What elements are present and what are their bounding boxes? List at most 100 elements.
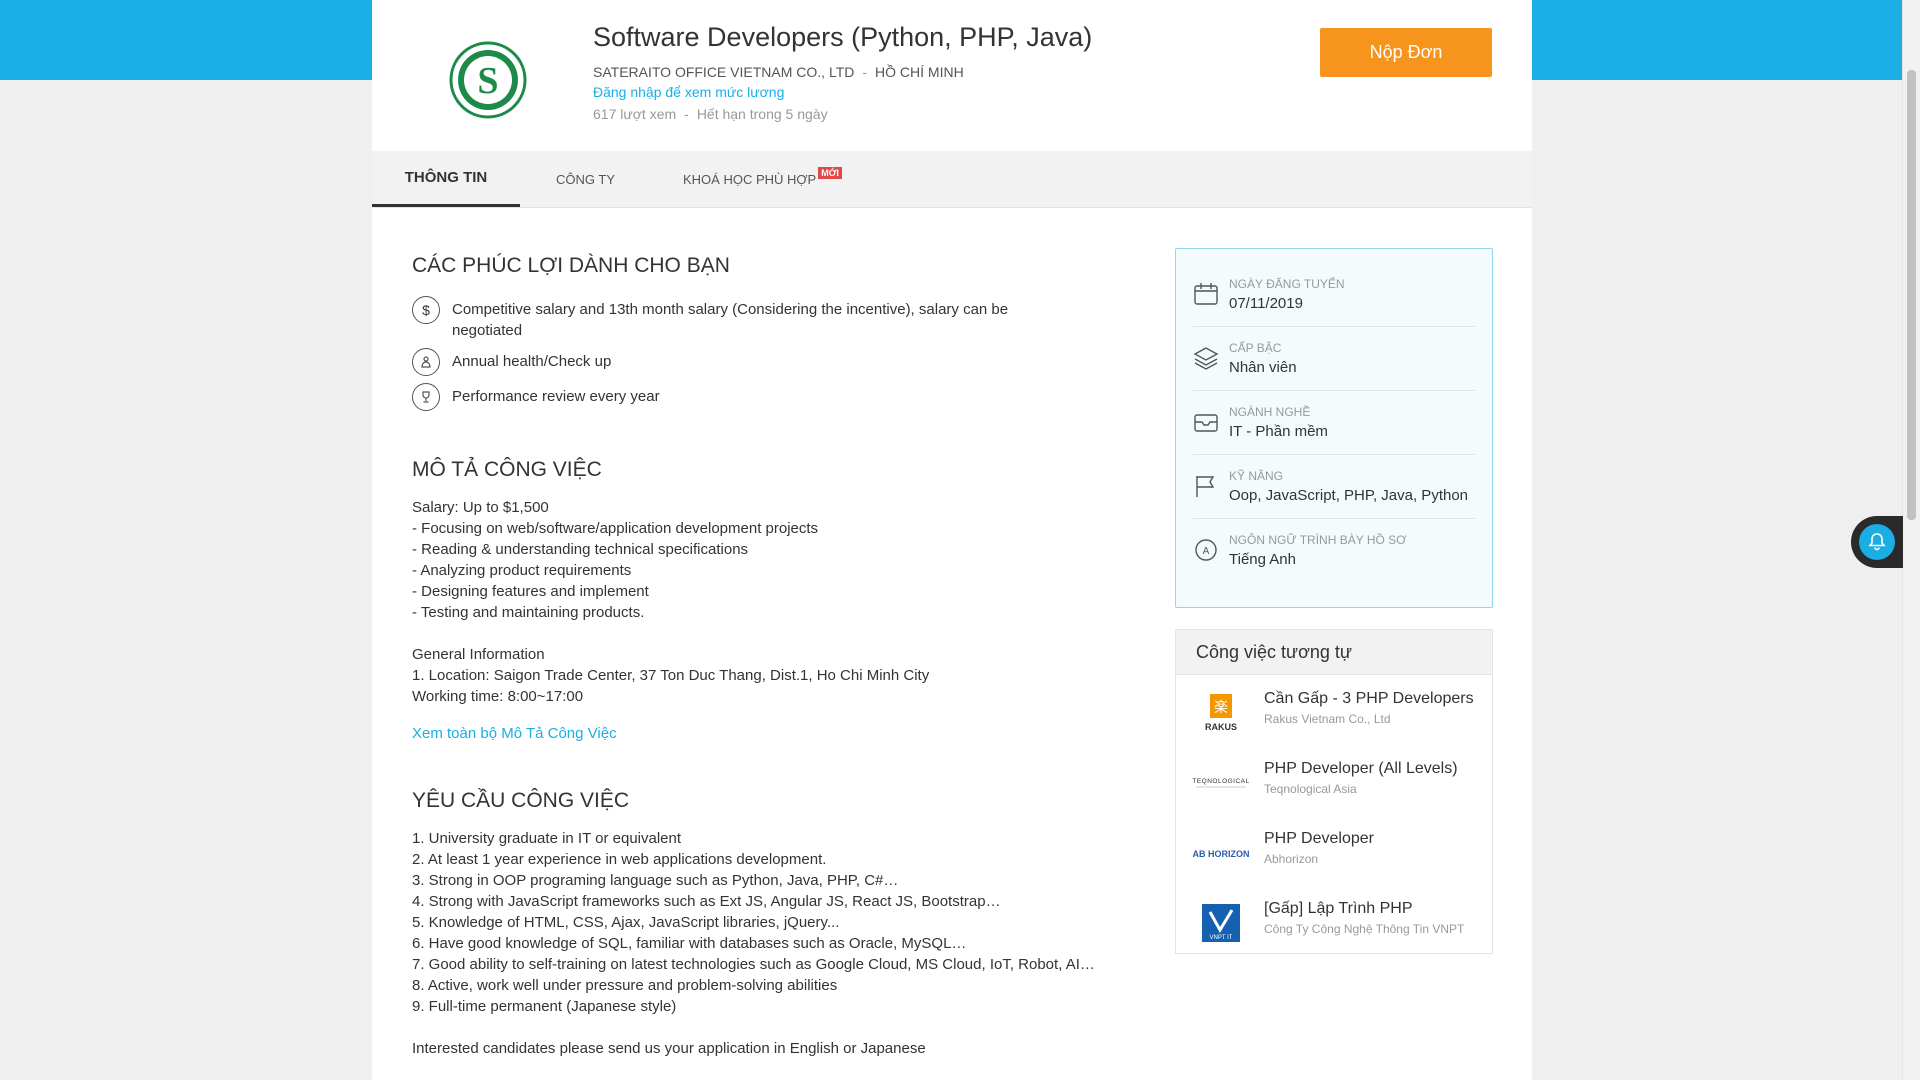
job-info-card: NGÀY ĐĂNG TUYỂN 07/11/2019 CẤP BẬC Nhân … <box>1175 248 1493 608</box>
similar-job-item[interactable]: AB HORIZON PHP Developer Abhorizon <box>1190 824 1480 884</box>
similar-job-company: Rakus Vietnam Co., Ltd <box>1264 712 1391 726</box>
svg-text:A: A <box>1203 546 1210 557</box>
info-row-level: CẤP BẬC Nhân viên <box>1193 327 1475 391</box>
job-header: S Software Developers (Python, PHP, Java… <box>372 0 1532 152</box>
description-line: - Reading & understanding technical spec… <box>412 541 749 558</box>
description-line: - Focusing on web/software/application d… <box>412 520 819 537</box>
info-value: Tiếng Anh <box>1229 551 1296 568</box>
requirement-line: 8. Active, work well under pressure and … <box>412 977 838 994</box>
job-detail-page: S Software Developers (Python, PHP, Java… <box>372 0 1532 1080</box>
expiry-text: Hết hạn trong 5 ngày <box>696 106 828 122</box>
company-logo[interactable]: S <box>424 28 552 132</box>
company-location-line: SATERAITO OFFICE VIETNAM CO., LTD - HỒ CHÍ… <box>593 64 964 80</box>
benefit-text: Competitive salary and 13th month salary… <box>452 301 1009 339</box>
benefit-text: Annual health/Check up <box>452 353 612 370</box>
new-badge: MỚI <box>818 167 842 179</box>
similar-job-item[interactable]: 楽 RAKUS Cần Gấp - 3 PHP Developers Rakus … <box>1190 684 1480 744</box>
info-row-skills: KỸ NĂNG Oop, JavaScript, PHP, Java, Pyth… <box>1193 455 1475 519</box>
requirements-body: 1. University graduate in IT or equivale… <box>412 828 1095 1059</box>
description-line: 1. Location: Saigon Trade Center, 37 Ton… <box>412 667 930 684</box>
rakus-logo: 楽 RAKUS <box>1190 692 1252 734</box>
similar-jobs-panel: Công việc tương tự 楽 RAKUS Cần Gấp - 3 PH… <box>1175 629 1493 954</box>
separator: - <box>862 64 868 80</box>
description-line: Working time: 8:00~17:00 <box>412 688 584 705</box>
requirement-line: 9. Full-time permanent (Japanese style) <box>412 998 677 1015</box>
info-label: KỸ NĂNG <box>1229 469 1284 483</box>
calendar-icon <box>1193 281 1219 307</box>
job-location: HỒ CHÍ MINH <box>875 64 964 80</box>
view-full-description-link[interactable]: Xem toàn bộ Mô Tả Công Việc <box>412 725 617 742</box>
similar-job-item[interactable]: VNPT IT [Gấp] Lập Trình PHP Công Ty Công… <box>1190 894 1480 954</box>
similar-jobs-title: Công việc tương tự <box>1176 630 1492 675</box>
similar-job-company: Công Ty Công Nghệ Thông Tin VNPT <box>1264 922 1465 936</box>
language-icon: A <box>1193 537 1219 563</box>
description-body: Salary: Up to $1,500 - Focusing on web/s… <box>412 497 929 707</box>
page-scrollbar[interactable] <box>1902 0 1920 1080</box>
description-title: MÔ TẢ CÔNG VIỆC <box>412 458 602 481</box>
job-tabs: THÔNG TIN CÔNG TY KHOÁ HỌC PHÙ HỢP MỚI <box>372 151 1532 208</box>
job-meta-line: 617 lượt xem - Hết hạn trong 5 ngày <box>593 106 828 122</box>
tab-company[interactable]: CÔNG TY <box>556 151 615 207</box>
info-value[interactable]: Nhân viên <box>1229 359 1297 376</box>
svg-text:AB HORIZON: AB HORIZON <box>1193 849 1250 859</box>
requirement-line: 4. Strong with JavaScript frameworks suc… <box>412 893 1001 910</box>
requirement-line: 6. Have good knowledge of SQL, familiar … <box>412 935 967 952</box>
svg-text:楽: 楽 <box>1214 700 1228 716</box>
svg-text:RAKUS: RAKUS <box>1205 722 1237 732</box>
flag-icon <box>1193 473 1219 499</box>
inbox-icon <box>1193 409 1219 435</box>
similar-job-company: Teqnological Asia <box>1264 782 1357 796</box>
teqnological-logo: TEQNOLOGICAL <box>1190 762 1252 804</box>
info-label: NGÀNH NGHỀ <box>1229 405 1311 419</box>
description-line: Salary: Up to $1,500 <box>412 499 549 516</box>
tab-courses[interactable]: KHOÁ HỌC PHÙ HỢP MỚI <box>683 151 842 207</box>
description-line: - Testing and maintaining products. <box>412 604 645 621</box>
info-label: NGÀY ĐĂNG TUYỂN <box>1229 277 1345 291</box>
tab-info[interactable]: THÔNG TIN <box>372 151 520 207</box>
health-icon <box>412 348 440 376</box>
info-value[interactable]: Oop, JavaScript, PHP, Java, Python <box>1229 487 1468 504</box>
requirement-line: 7. Good ability to self-training on late… <box>412 956 1095 973</box>
info-label: CẤP BẬC <box>1229 341 1282 355</box>
tab-info-label: THÔNG TIN <box>404 169 488 186</box>
benefit-text: Performance review every year <box>452 388 660 405</box>
similar-job-title[interactable]: Cần Gấp - 3 PHP Developers <box>1264 690 1480 708</box>
vnpt-it-logo: VNPT IT <box>1190 902 1252 944</box>
requirement-line: 2. At least 1 year experience in web app… <box>412 851 827 868</box>
login-to-view-salary-link[interactable]: Đăng nhập để xem mức lương <box>593 84 784 100</box>
bell-icon <box>1859 524 1895 560</box>
company-name-link[interactable]: SATERAITO OFFICE VIETNAM CO., LTD <box>593 64 854 80</box>
info-row-posted-date: NGÀY ĐĂNG TUYỂN 07/11/2019 <box>1193 263 1475 327</box>
notification-bell-button[interactable] <box>1851 516 1903 568</box>
benefit-item: Performance review every year <box>412 383 1032 411</box>
similar-job-title[interactable]: [Gấp] Lập Trình PHP <box>1264 900 1480 918</box>
requirement-line: 3. Strong in OOP programing language suc… <box>412 872 899 889</box>
benefits-title: CÁC PHÚC LỢI DÀNH CHO BẠN <box>412 254 730 277</box>
benefit-item: Annual health/Check up <box>412 348 1032 376</box>
requirement-line: 1. University graduate in IT or equivale… <box>412 830 682 847</box>
description-line: General Information <box>412 646 545 663</box>
info-label: NGÔN NGỮ TRÌNH BÀY HỒ SƠ <box>1229 533 1407 547</box>
requirement-line: 5. Knowledge of HTML, CSS, Ajax, JavaScr… <box>412 914 840 931</box>
layers-icon <box>1193 345 1219 371</box>
separator: - <box>684 106 689 122</box>
job-title: Software Developers (Python, PHP, Java) <box>593 22 1093 52</box>
benefit-item: $ Competitive salary and 13th month sala… <box>412 296 1032 341</box>
description-line: - Designing features and implement <box>412 583 649 600</box>
similar-job-title[interactable]: PHP Developer (All Levels) <box>1264 760 1480 778</box>
scrollbar-thumb[interactable] <box>1907 70 1916 520</box>
svg-text:S: S <box>477 60 498 102</box>
apply-button[interactable]: Nộp Đơn <box>1320 28 1492 77</box>
info-row-industry: NGÀNH NGHỀ IT - Phần mềm <box>1193 391 1475 455</box>
info-value[interactable]: IT - Phần mềm <box>1229 423 1328 440</box>
description-line: - Analyzing product requirements <box>412 562 632 579</box>
tab-company-label: CÔNG TY <box>556 171 615 187</box>
info-value: 07/11/2019 <box>1229 295 1303 312</box>
trophy-icon <box>412 383 440 411</box>
svg-text:TEQNOLOGICAL: TEQNOLOGICAL <box>1192 778 1249 785</box>
similar-job-item[interactable]: TEQNOLOGICAL PHP Developer (All Levels) … <box>1190 754 1480 814</box>
similar-job-title[interactable]: PHP Developer <box>1264 830 1480 848</box>
requirement-line: Interested candidates please send us you… <box>412 1040 926 1057</box>
